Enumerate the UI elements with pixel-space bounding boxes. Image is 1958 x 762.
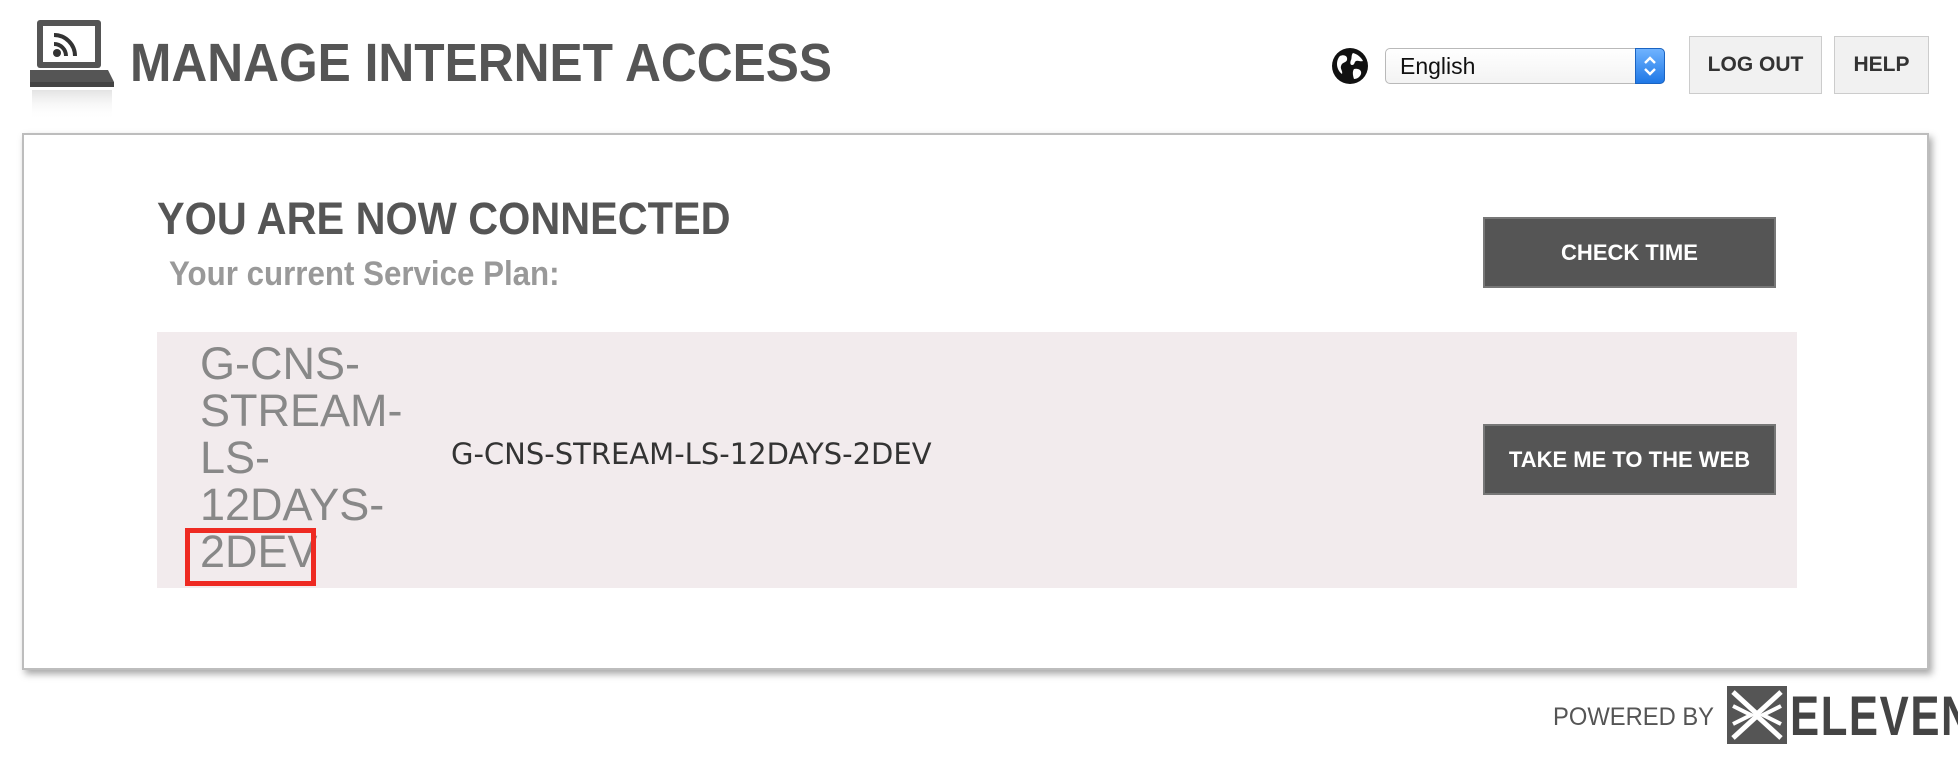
plan-name-segment: G-CNS- xyxy=(200,338,360,389)
service-plan-label: Your current Service Plan: xyxy=(169,255,560,293)
take-me-to-the-web-button[interactable]: TAKE ME TO THE WEB xyxy=(1483,424,1776,495)
plan-name-segment: LS- xyxy=(200,432,271,483)
plan-name-segment: 12DAYS- xyxy=(200,479,385,530)
check-time-button[interactable]: CHECK TIME xyxy=(1483,217,1776,288)
eleven-brand: ELEVEN xyxy=(1790,684,1958,747)
connection-panel: YOU ARE NOW CONNECTED Your current Servi… xyxy=(22,133,1929,670)
globe-icon[interactable] xyxy=(1330,46,1370,86)
plan-name-segment: STREAM- xyxy=(200,385,403,436)
plan-name: G-CNS-STREAM-LS-12DAYS-2DEV xyxy=(451,437,932,471)
service-plan-row: G-CNS- STREAM- LS- 12DAYS- 2DEV G-CNS-ST… xyxy=(157,332,1797,588)
language-select[interactable]: English xyxy=(1385,48,1665,84)
logout-button[interactable]: LOG OUT xyxy=(1689,36,1822,94)
laptop-wifi-icon xyxy=(28,20,116,124)
connected-title: YOU ARE NOW CONNECTED xyxy=(157,193,731,244)
highlight-box xyxy=(185,528,316,586)
powered-by-label: POWERED BY xyxy=(1553,703,1715,731)
language-select-value: English xyxy=(1400,53,1476,79)
page-title: MANAGE INTERNET ACCESS xyxy=(130,33,833,93)
eleven-logo-icon xyxy=(1727,686,1787,744)
select-stepper-icon[interactable] xyxy=(1635,48,1665,84)
help-button[interactable]: HELP xyxy=(1834,36,1929,94)
